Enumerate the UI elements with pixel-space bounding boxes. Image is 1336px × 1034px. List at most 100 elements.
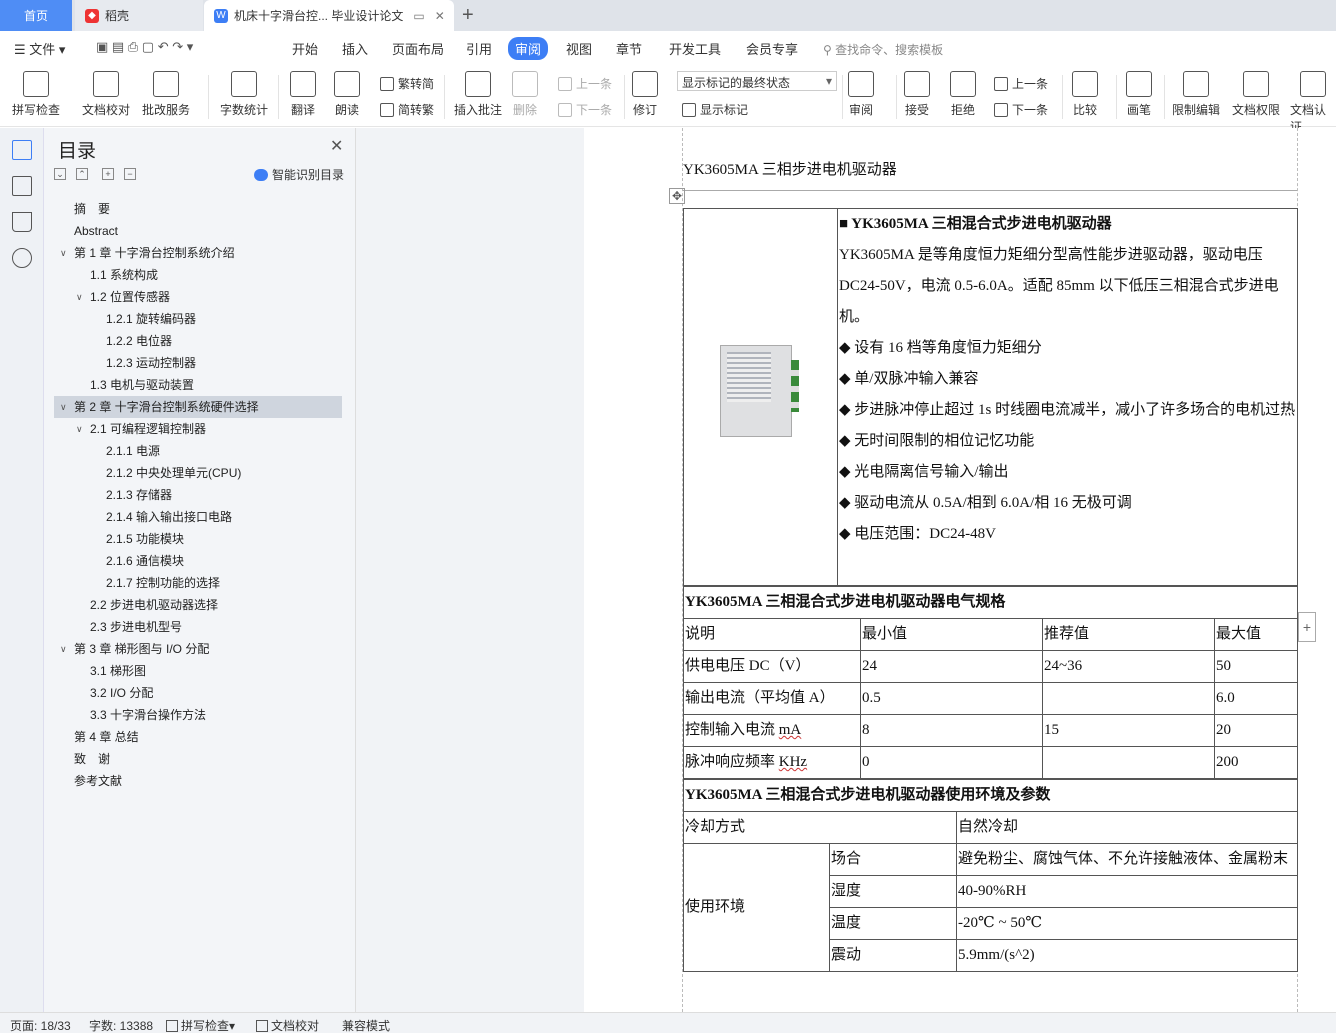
translate-button[interactable]: 翻译 bbox=[290, 71, 316, 118]
delete-comment-button[interactable]: 删除 bbox=[512, 71, 538, 118]
chevron-down-icon[interactable]: ∨ bbox=[76, 286, 83, 308]
search-icon[interactable] bbox=[12, 248, 32, 268]
tab-home[interactable]: 首页 bbox=[0, 0, 72, 31]
env-cell[interactable]: -20℃ ~ 50℃ bbox=[955, 907, 1299, 940]
spec-cell[interactable]: 控制输入电流 mA bbox=[683, 714, 861, 747]
restrict-edit-button[interactable]: 限制编辑 bbox=[1172, 71, 1220, 118]
trad-to-simp-button[interactable]: 繁转简 bbox=[380, 75, 434, 92]
doc-rights-button[interactable]: 文档权限 bbox=[1232, 71, 1280, 118]
toc-item[interactable]: 2.1.6 通信模块 bbox=[54, 550, 342, 572]
toc-item[interactable]: 第 4 章 总结 bbox=[54, 726, 342, 748]
add-level-icon[interactable]: + bbox=[102, 168, 114, 180]
word-count-status[interactable]: 字数: 13388 bbox=[89, 1017, 153, 1034]
menu-member[interactable]: 会员专享 bbox=[746, 39, 798, 58]
env-cell[interactable]: 场合 bbox=[829, 843, 957, 876]
doc-proof-button[interactable]: 文档校对 bbox=[82, 71, 130, 118]
spec-cell[interactable]: 8 bbox=[860, 714, 1043, 747]
spec-cell[interactable]: 供电电压 DC（V） bbox=[683, 650, 861, 683]
spec-cell[interactable]: 脉冲响应频率 KHz bbox=[683, 746, 861, 779]
toc-item[interactable]: 致 谢 bbox=[54, 748, 342, 770]
toc-item[interactable]: 参考文献 bbox=[54, 770, 342, 792]
toc-item[interactable]: 2.3 步进电机型号 bbox=[54, 616, 342, 638]
spellcheck-button[interactable]: 拼写检查 bbox=[12, 71, 60, 118]
spec-cell[interactable]: 24 bbox=[860, 650, 1043, 683]
show-marks-button[interactable]: 显示标记 bbox=[682, 101, 748, 118]
spec-cell[interactable]: 20 bbox=[1213, 714, 1299, 747]
batch-service-button[interactable]: 批改服务 bbox=[142, 71, 190, 118]
spec-cell[interactable]: 6.0 bbox=[1213, 682, 1299, 715]
proof-status[interactable]: 文档校对 bbox=[256, 1017, 319, 1034]
read-aloud-button[interactable]: 朗读 bbox=[334, 71, 360, 118]
toc-item[interactable]: 3.1 梯形图 bbox=[54, 660, 342, 682]
env-cell[interactable]: 湿度 bbox=[829, 875, 957, 908]
toc-panel-icon[interactable] bbox=[12, 140, 32, 160]
toc-item[interactable]: ∨ 1.2 位置传感器 bbox=[54, 286, 342, 308]
env-cell[interactable]: 避免粉尘、腐蚀气体、不允许接触液体、金属粉末 bbox=[955, 843, 1299, 876]
table-move-handle-icon[interactable]: ✥ bbox=[669, 188, 685, 204]
toc-item[interactable]: 1.3 电机与驱动装置 bbox=[54, 374, 342, 396]
page-indicator[interactable]: 页面: 18/33 bbox=[10, 1017, 71, 1034]
spec-header-cell[interactable]: 最大值 bbox=[1213, 618, 1299, 651]
chevron-down-icon[interactable]: ∨ bbox=[76, 418, 83, 440]
add-column-icon[interactable]: + bbox=[1298, 612, 1316, 642]
outline-icon[interactable] bbox=[12, 176, 32, 196]
spellcheck-status[interactable]: 拼写检查 ▾ bbox=[166, 1017, 235, 1034]
toc-item[interactable]: 2.2 步进电机驱动器选择 bbox=[54, 594, 342, 616]
toc-item[interactable]: 2.1.5 功能模块 bbox=[54, 528, 342, 550]
tab-document[interactable]: W 机床十字滑台控... 毕业设计论文 ▭ ✕ bbox=[204, 0, 454, 31]
reject-button[interactable]: 拒绝 bbox=[950, 71, 976, 118]
env-cell[interactable]: 震动 bbox=[829, 939, 957, 972]
prev-change-button[interactable]: 上一条 bbox=[994, 75, 1048, 92]
toc-item[interactable]: ∨ 第 2 章 十字滑台控制系统硬件选择 bbox=[54, 396, 342, 418]
menu-review[interactable]: 审阅 bbox=[508, 37, 549, 60]
toc-item[interactable]: 3.2 I/O 分配 bbox=[54, 682, 342, 704]
remove-level-icon[interactable]: − bbox=[124, 168, 136, 180]
cooling-label[interactable]: 冷却方式 bbox=[683, 811, 957, 844]
pen-button[interactable]: 画笔 bbox=[1126, 71, 1152, 118]
markup-state-select[interactable]: 显示标记的最终状态 ▾ bbox=[677, 71, 837, 91]
env-cell[interactable]: 5.9mm/(s^2) bbox=[955, 939, 1299, 972]
accept-button[interactable]: 接受 bbox=[904, 71, 930, 118]
menu-page-layout[interactable]: 页面布局 bbox=[392, 39, 444, 58]
toc-item[interactable]: 2.1.4 输入输出接口电路 bbox=[54, 506, 342, 528]
next-comment-button[interactable]: 下一条 bbox=[558, 101, 612, 118]
tab-daoke[interactable]: ◆ 稻壳 bbox=[75, 0, 203, 31]
toc-item[interactable]: 3.3 十字滑台操作方法 bbox=[54, 704, 342, 726]
env-label-cell[interactable]: 使用环境 bbox=[683, 843, 830, 972]
toc-item[interactable]: 1.2.1 旋转编码器 bbox=[54, 308, 342, 330]
file-menu[interactable]: ☰ 文件 ▾ bbox=[14, 39, 65, 58]
spec-cell[interactable]: 24~36 bbox=[1042, 650, 1215, 683]
spec-cell[interactable]: 200 bbox=[1213, 746, 1299, 779]
spec-cell[interactable]: 0.5 bbox=[860, 682, 1043, 715]
collapse-all-icon[interactable]: ⌄ bbox=[54, 168, 66, 180]
spec-cell[interactable]: 输出电流（平均值 A） bbox=[683, 682, 861, 715]
spec-cell[interactable] bbox=[1042, 682, 1215, 715]
toc-item[interactable]: 2.1.1 电源 bbox=[54, 440, 342, 462]
insert-comment-button[interactable]: 插入批注 bbox=[454, 71, 502, 118]
new-tab-button[interactable]: + bbox=[462, 4, 474, 27]
track-changes-button[interactable]: 修订 bbox=[632, 71, 658, 118]
toc-item[interactable]: ∨ 第 3 章 梯形图与 I/O 分配 bbox=[54, 638, 342, 660]
cooling-value[interactable]: 自然冷却 bbox=[955, 811, 1299, 844]
menu-start[interactable]: 开始 bbox=[292, 39, 318, 58]
spec-header-cell[interactable]: 推荐值 bbox=[1042, 618, 1215, 651]
simp-to-trad-button[interactable]: 简转繁 bbox=[380, 101, 434, 118]
toc-item[interactable]: 2.1.3 存储器 bbox=[54, 484, 342, 506]
next-change-button[interactable]: 下一条 bbox=[994, 101, 1048, 118]
review-pane-button[interactable]: 审阅 bbox=[848, 71, 874, 118]
smart-toc-button[interactable]: 智能识别目录 bbox=[254, 166, 344, 183]
spec-cell[interactable]: 15 bbox=[1042, 714, 1215, 747]
env-cell[interactable]: 温度 bbox=[829, 907, 957, 940]
compare-button[interactable]: 比较 bbox=[1072, 71, 1098, 118]
quick-tools-icon[interactable]: ▣ ▤ ⎙ ▢ ↶ ↷ ▾ bbox=[96, 39, 193, 55]
word-count-button[interactable]: 字数统计 bbox=[220, 71, 268, 118]
toc-item[interactable]: ∨ 第 1 章 十字滑台控制系统介绍 bbox=[54, 242, 342, 264]
toc-item[interactable]: 1.2.3 运动控制器 bbox=[54, 352, 342, 374]
chevron-down-icon[interactable]: ∨ bbox=[60, 396, 67, 418]
bookmark-icon[interactable] bbox=[12, 212, 32, 232]
spec-cell[interactable]: 0 bbox=[860, 746, 1043, 779]
spec-header-cell[interactable]: 最小值 bbox=[860, 618, 1043, 651]
command-search[interactable]: ⚲ 查找命令、搜索模板 bbox=[823, 41, 943, 58]
toc-item[interactable]: 2.1.7 控制功能的选择 bbox=[54, 572, 342, 594]
toc-item[interactable]: 1.2.2 电位器 bbox=[54, 330, 342, 352]
